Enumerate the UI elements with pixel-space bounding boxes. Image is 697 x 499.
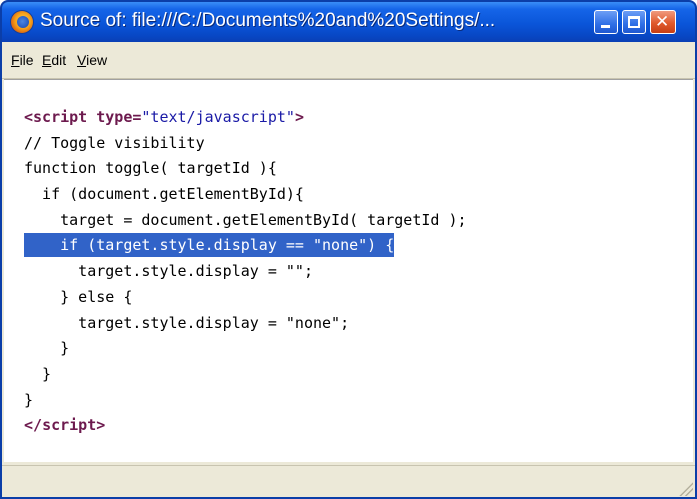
text-selection: if (target.style.display == "none") { <box>24 233 395 258</box>
maximize-icon <box>628 16 640 28</box>
minimize-icon <box>601 25 610 28</box>
code-line[interactable]: <script type="text/javascript"> <box>24 105 467 131</box>
title-bar[interactable]: Source of: file:///C:/Documents%20and%20… <box>2 2 695 42</box>
code-line[interactable]: } <box>24 336 467 362</box>
code-line[interactable]: function toggle( targetId ){ <box>24 156 467 182</box>
window-frame: File Edit View <script type="text/javasc… <box>2 42 695 497</box>
window-title: Source of: file:///C:/Documents%20and%20… <box>40 10 496 31</box>
code-line[interactable]: // Toggle visibility <box>24 131 467 157</box>
source-view[interactable]: <script type="text/javascript">// Toggle… <box>4 79 693 462</box>
menu-file[interactable]: File <box>11 52 34 68</box>
source-code[interactable]: <script type="text/javascript">// Toggle… <box>24 105 467 439</box>
minimize-button[interactable] <box>594 10 618 34</box>
code-line[interactable]: } <box>24 388 467 414</box>
status-bar <box>2 465 695 497</box>
code-line[interactable]: target.style.display = "none"; <box>24 311 467 337</box>
firefox-icon[interactable] <box>11 11 33 33</box>
resize-grip-icon[interactable] <box>679 482 693 496</box>
code-line[interactable]: } <box>24 362 467 388</box>
maximize-button[interactable] <box>622 10 646 34</box>
close-icon: ✕ <box>655 12 670 32</box>
menu-bar: File Edit View <box>2 42 695 79</box>
selected-code-line[interactable]: if (target.style.display == "none") { <box>24 233 467 259</box>
view-source-window: Source of: file:///C:/Documents%20and%20… <box>0 0 697 499</box>
close-button[interactable]: ✕ <box>650 10 676 34</box>
menu-edit[interactable]: Edit <box>42 52 66 68</box>
code-line[interactable]: </script> <box>24 413 467 439</box>
menu-view[interactable]: View <box>77 52 107 68</box>
code-line[interactable]: target = document.getElementById( target… <box>24 208 466 234</box>
code-line[interactable]: if (document.getElementById){ <box>24 182 467 208</box>
code-line[interactable]: } else { <box>24 285 467 311</box>
code-line[interactable]: target.style.display = ""; <box>24 259 467 285</box>
